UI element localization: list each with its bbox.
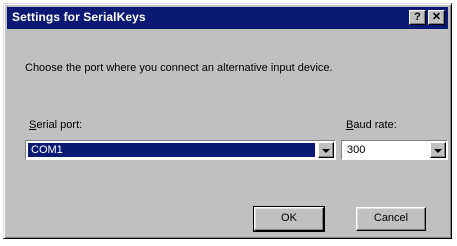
baud-rate-dropdown-button[interactable] — [430, 142, 446, 158]
ok-button[interactable]: OK — [253, 206, 325, 232]
chevron-down-icon — [322, 149, 330, 153]
dialog-title: Settings for SerialKeys — [12, 10, 146, 24]
baud-rate-label: Baud rate: — [346, 119, 397, 131]
serialkeys-dialog: Settings for SerialKeys ? ✕ Choose the p… — [3, 3, 452, 239]
help-button[interactable]: ? — [409, 10, 426, 25]
instruction-text: Choose the port where you connect an alt… — [25, 62, 333, 74]
serial-port-value: COM1 — [28, 143, 315, 157]
title-bar[interactable]: Settings for SerialKeys ? ✕ — [7, 7, 448, 29]
chevron-down-icon — [434, 149, 442, 153]
baud-rate-label-rest: aud rate: — [353, 119, 397, 131]
cancel-button[interactable]: Cancel — [356, 207, 426, 231]
serial-port-select[interactable]: COM1 — [25, 140, 336, 160]
serial-port-dropdown-button[interactable] — [318, 142, 334, 158]
serial-port-label: Serial port: — [29, 119, 82, 131]
serial-port-label-rest: erial port: — [36, 119, 83, 131]
baud-rate-select[interactable]: 300 — [341, 140, 448, 160]
baud-rate-value: 300 — [347, 144, 366, 156]
close-button[interactable]: ✕ — [428, 10, 445, 25]
